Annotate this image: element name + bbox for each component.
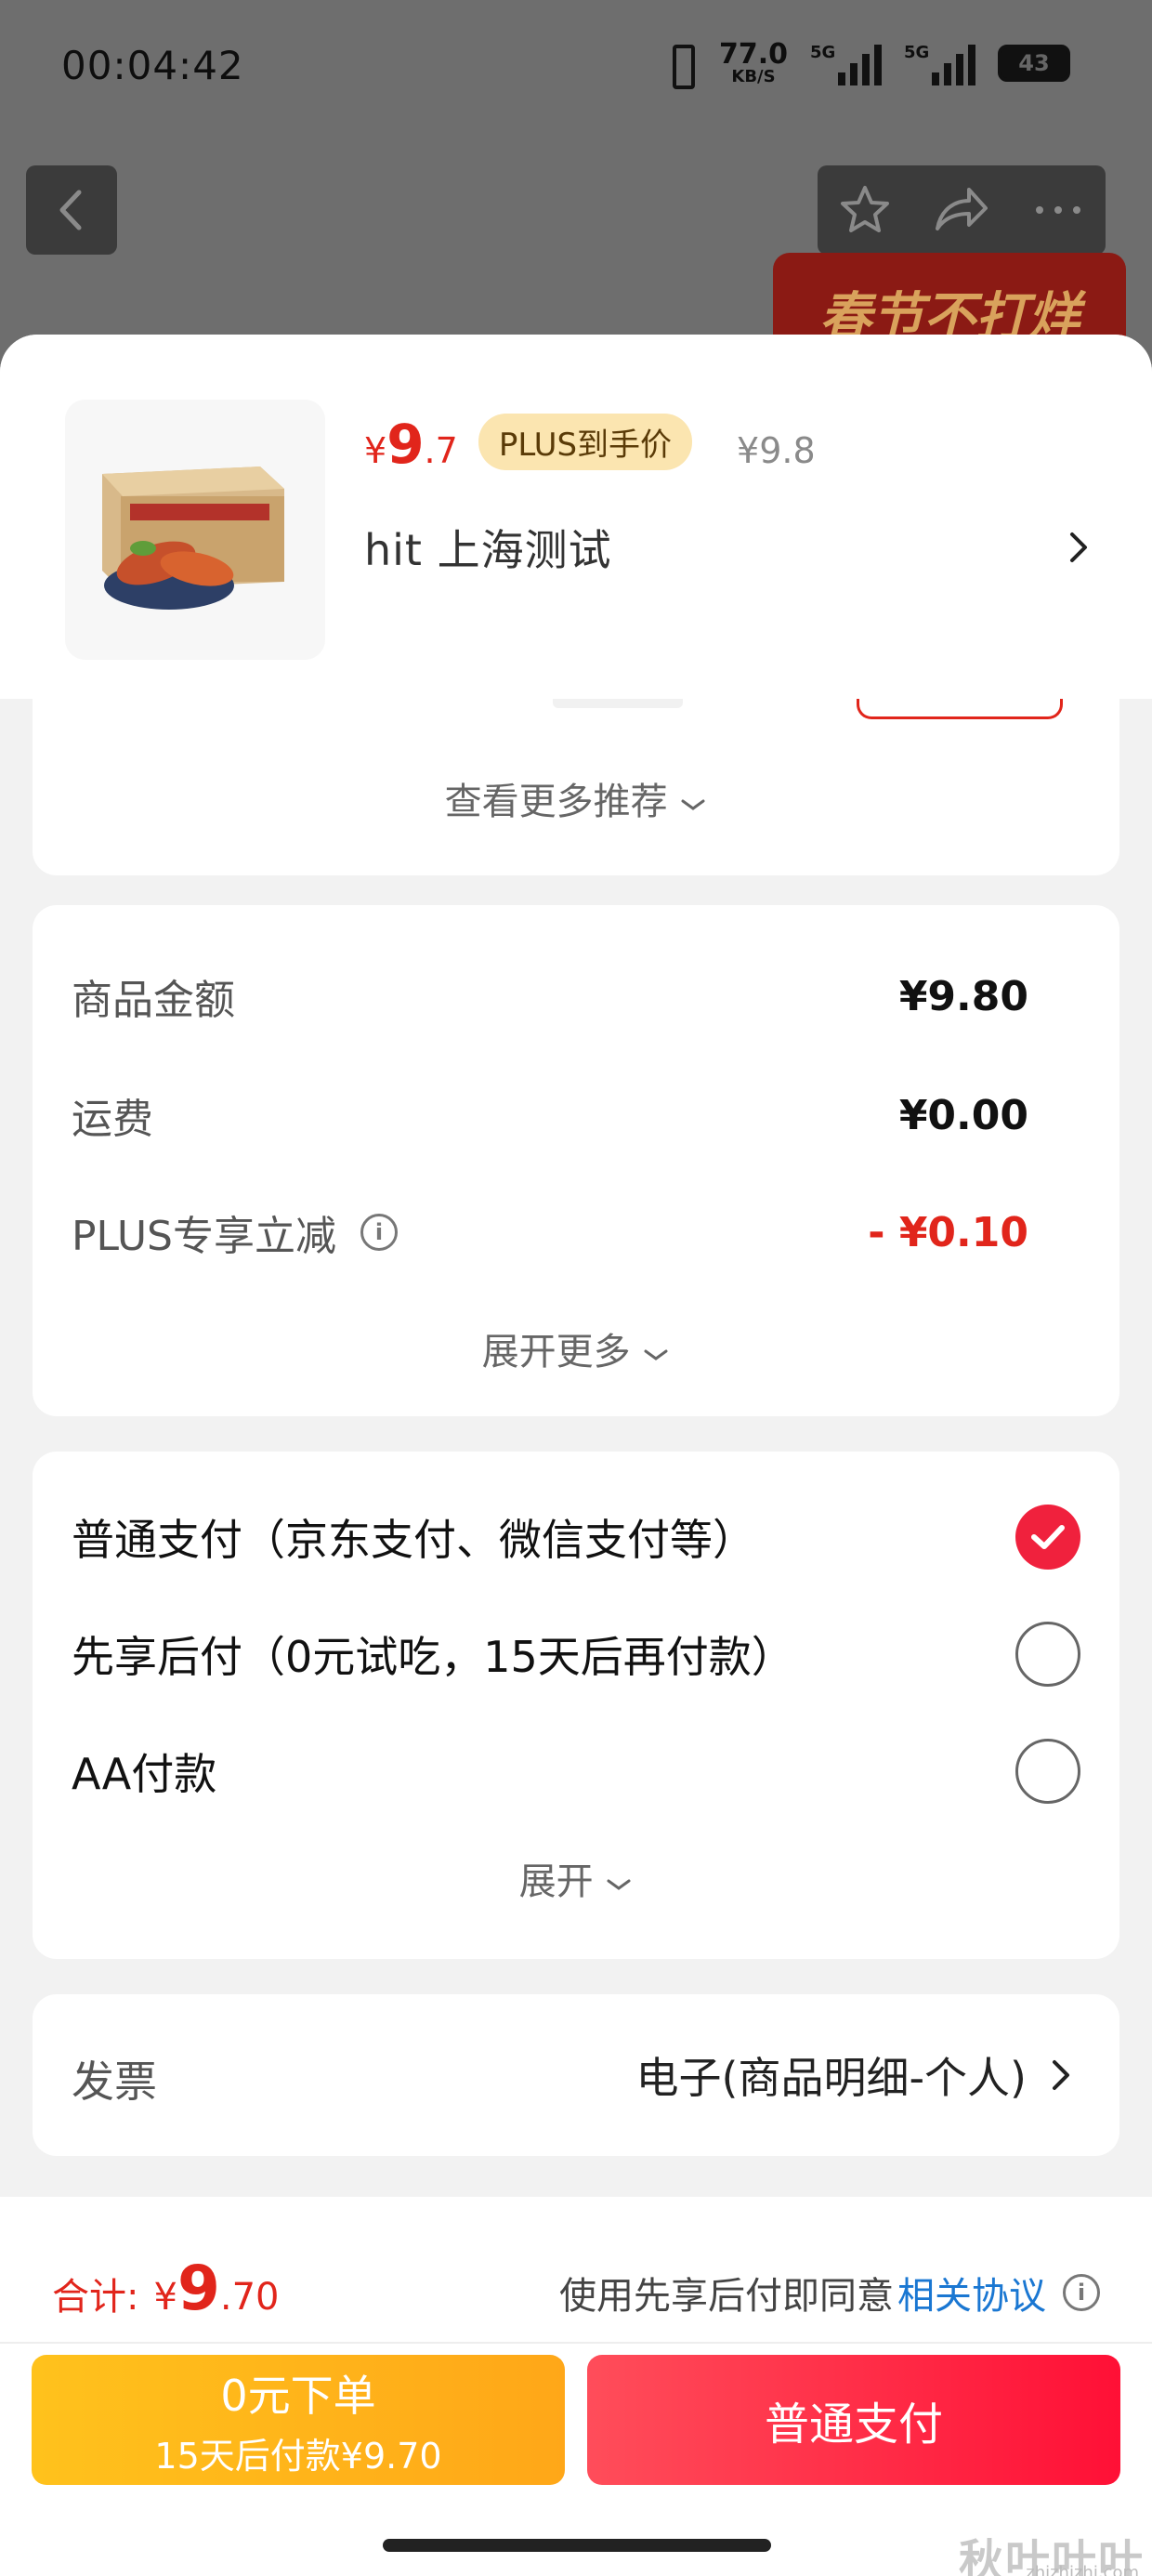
divider xyxy=(0,2342,1152,2344)
recommend-add-button-partial[interactable] xyxy=(857,699,1063,719)
radio-unchecked[interactable] xyxy=(1015,1739,1080,1804)
signal-label-2: 5G xyxy=(904,43,930,62)
invoice-value-wrap: 电子(商品明细-个人) xyxy=(636,2044,1072,2106)
chevron-down-icon xyxy=(607,1879,631,1890)
check-icon xyxy=(1031,1525,1065,1549)
payment-option-label: AA付款 xyxy=(72,1749,217,1799)
normal-pay-button[interactable]: 普通支付 xyxy=(587,2355,1120,2485)
product-image xyxy=(65,400,325,660)
more-icon[interactable] xyxy=(1030,201,1086,219)
price-decimal: .7 xyxy=(424,430,458,471)
radio-unchecked[interactable] xyxy=(1015,1622,1080,1687)
nav-action-group xyxy=(818,165,1106,255)
price-integer: 9 xyxy=(386,413,425,476)
info-icon[interactable]: i xyxy=(360,1214,398,1251)
price-row: ¥ 9 .7 PLUS到手价 ¥9.8 xyxy=(364,413,816,478)
amount-row-plus-discount: PLUS专享立减 i - ¥0.10 xyxy=(72,1203,1028,1262)
watermark-sub: zhizhizhi.com xyxy=(1026,2563,1139,2576)
amount-row-shipping: 运费 ¥0.00 xyxy=(72,1085,1028,1145)
info-icon[interactable]: i xyxy=(1063,2274,1100,2311)
amount-value: ¥9.80 xyxy=(898,972,1028,1020)
total-decimal: .70 xyxy=(219,2276,280,2319)
see-more-recommend[interactable]: 查看更多推荐 xyxy=(33,771,1119,825)
chevron-down-icon xyxy=(644,1349,668,1360)
amount-label: 商品金额 xyxy=(72,977,235,1024)
normal-pay-label: 普通支付 xyxy=(764,2399,943,2451)
payment-option-label: 普通支付（京东支付、微信支付等） xyxy=(72,1515,755,1565)
bnpl-button-line2: 15天后付款¥9.70 xyxy=(154,2435,442,2477)
total-integer: 9 xyxy=(177,2253,220,2324)
network-speed-unit: KB/S xyxy=(731,67,776,86)
bnpl-order-button[interactable]: 0元下单 15天后付款¥9.70 xyxy=(32,2355,565,2485)
total-label: 合计: xyxy=(52,2276,139,2319)
radio-checked[interactable] xyxy=(1015,1505,1080,1570)
home-indicator[interactable] xyxy=(383,2539,771,2552)
invoice-label: 发票 xyxy=(72,2057,157,2107)
expand-more-amounts[interactable]: 展开更多 xyxy=(33,1321,1119,1375)
agreement-link[interactable]: 相关协议 xyxy=(897,2266,1046,2320)
amount-label: 运费 xyxy=(72,1096,153,1143)
product-box-illustration xyxy=(65,400,325,660)
amount-label: PLUS专享立减 xyxy=(72,1213,336,1260)
back-button[interactable] xyxy=(26,165,117,255)
total-currency: ¥ xyxy=(153,2276,177,2319)
chevron-right-icon xyxy=(1053,2060,1069,2090)
price-currency: ¥ xyxy=(364,430,387,471)
amount-label-wrap: PLUS专享立减 i xyxy=(72,1203,398,1262)
payment-card: 普通支付（京东支付、微信支付等） 先享后付（0元试吃，15天后再付款） AA付款… xyxy=(33,1452,1119,1959)
chevron-down-icon xyxy=(681,799,705,810)
network-speed: 77.0 KB/S xyxy=(719,41,788,85)
address-row[interactable]: hit 上海测试 xyxy=(364,517,1089,578)
invoice-value: 电子(商品明细-个人) xyxy=(635,2053,1028,2103)
expand-more-label: 展开更多 xyxy=(481,1331,631,1373)
plus-price-tag: PLUS到手价 xyxy=(478,414,693,470)
signal-icon-1: 5G xyxy=(810,41,882,85)
amount-card: 商品金额 ¥9.80 运费 ¥0.00 PLUS专享立减 i - ¥0.10 展… xyxy=(33,905,1119,1416)
signal-label-1: 5G xyxy=(810,43,836,62)
share-icon[interactable] xyxy=(932,182,991,238)
bottom-bar: 合计: ¥ 9 .70 使用先享后付即同意 相关协议 i 0元下单 15天后付款… xyxy=(0,2197,1152,2576)
status-icons: 77.0 KB/S 5G 5G 43 xyxy=(663,41,1070,89)
battery-level: 43 xyxy=(1018,50,1050,76)
payment-option-bnpl[interactable]: 先享后付（0元试吃，15天后再付款） xyxy=(72,1619,1080,1689)
vibrate-icon xyxy=(663,41,697,89)
chevron-left-icon xyxy=(59,190,82,230)
address-text: hit 上海测试 xyxy=(364,525,612,575)
amount-row-goods: 商品金额 ¥9.80 xyxy=(72,966,1028,1026)
expand-payment-options[interactable]: 展开 xyxy=(33,1851,1119,1905)
star-icon[interactable] xyxy=(837,182,893,238)
agreement-row: 使用先享后付即同意 相关协议 i xyxy=(559,2266,1100,2320)
network-speed-value: 77.0 xyxy=(718,38,788,71)
invoice-card[interactable]: 发票 电子(商品明细-个人) xyxy=(33,1994,1119,2156)
status-bar: 00:04:42 77.0 KB/S 5G 5G 43 xyxy=(0,0,1152,139)
total-row: 合计: ¥ 9 .70 xyxy=(52,2253,280,2324)
payment-option-label: 先享后付（0元试吃，15天后再付款） xyxy=(72,1632,794,1682)
signal-icon-2: 5G xyxy=(904,41,975,85)
agreement-prefix: 使用先享后付即同意 xyxy=(559,2275,894,2318)
amount-value: ¥0.00 xyxy=(898,1091,1028,1139)
recommend-card: 查看更多推荐 xyxy=(33,686,1119,875)
payment-option-aa[interactable]: AA付款 xyxy=(72,1736,1080,1807)
payment-option-normal[interactable]: 普通支付（京东支付、微信支付等） xyxy=(72,1502,1080,1572)
status-time: 00:04:42 xyxy=(61,43,244,88)
sheet-header: ¥ 9 .7 PLUS到手价 ¥9.8 hit 上海测试 xyxy=(0,335,1152,699)
bnpl-button-line1: 0元下单 xyxy=(220,2370,376,2421)
original-price: ¥9.8 xyxy=(737,430,816,471)
expand-label: 展开 xyxy=(518,1860,594,1903)
amount-value: - ¥0.10 xyxy=(868,1208,1028,1256)
chevron-right-icon xyxy=(1070,532,1087,562)
see-more-recommend-label: 查看更多推荐 xyxy=(444,781,668,823)
battery-icon: 43 xyxy=(998,45,1070,82)
